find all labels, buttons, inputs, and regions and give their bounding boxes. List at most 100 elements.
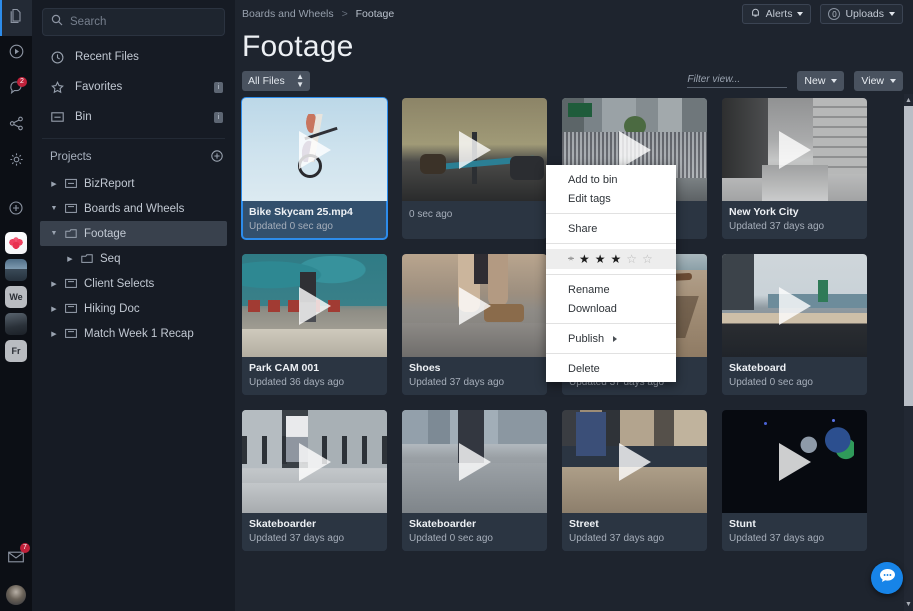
breadcrumb-root[interactable]: Boards and Wheels <box>242 8 334 20</box>
asset-card[interactable]: 0 sec ago <box>402 98 547 239</box>
chat-fab-button[interactable] <box>871 562 903 594</box>
app-tile-dark[interactable] <box>5 313 27 335</box>
context-menu-item-rename[interactable]: Rename <box>546 280 676 299</box>
rating-star-5[interactable]: ☆ <box>642 253 653 265</box>
play-icon[interactable] <box>299 131 331 169</box>
rating-star-3[interactable]: ★ <box>610 253 621 265</box>
context-menu-item-delete[interactable]: Delete <box>546 359 676 378</box>
asset-thumbnail[interactable] <box>562 410 707 513</box>
sidebar-item-recent-files[interactable]: Recent Files <box>32 42 235 72</box>
play-icon[interactable] <box>299 287 331 325</box>
uploads-button[interactable]: 0 Uploads <box>820 4 903 24</box>
tree-item-boards-and-wheels[interactable]: ▼ Boards and Wheels <box>32 196 235 221</box>
avatar[interactable] <box>6 585 26 605</box>
rail-add-app-button[interactable] <box>0 192 32 228</box>
favorites-badge: i <box>214 82 223 93</box>
tree-item-match-week-1-recap[interactable]: ▶ Match Week 1 Recap <box>32 321 235 346</box>
play-icon[interactable] <box>779 131 811 169</box>
context-menu-item-download[interactable]: Download <box>546 299 676 318</box>
asset-subtitle: Updated 37 days ago <box>249 533 380 544</box>
app-tile-photo[interactable] <box>5 259 27 281</box>
context-menu-item-edit-tags[interactable]: Edit tags <box>546 189 676 208</box>
app-tile-fr[interactable]: Fr <box>5 340 27 362</box>
add-project-button[interactable] <box>211 150 223 165</box>
asset-title: New York City <box>729 206 860 218</box>
play-icon[interactable] <box>619 443 651 481</box>
sidebar-item-bin[interactable]: Bin i <box>32 102 235 132</box>
asset-thumbnail[interactable] <box>402 254 547 357</box>
play-icon[interactable] <box>779 443 811 481</box>
asset-thumbnail[interactable] <box>242 410 387 513</box>
asset-card[interactable]: StreetUpdated 37 days ago <box>562 410 707 551</box>
asset-caption: New York CityUpdated 37 days ago <box>722 201 867 239</box>
play-icon[interactable] <box>459 131 491 169</box>
rating-star-2[interactable]: ★ <box>595 253 606 265</box>
rail-settings-icon-button[interactable] <box>0 144 32 180</box>
asset-title: Skateboarder <box>249 518 380 530</box>
rail-share-icon-button[interactable] <box>0 108 32 144</box>
asset-card[interactable]: New York CityUpdated 37 days ago <box>722 98 867 239</box>
asset-thumbnail[interactable] <box>722 410 867 513</box>
asset-thumbnail[interactable] <box>242 98 387 201</box>
rail-mail-icon-button[interactable]: 7 <box>0 541 32 577</box>
chat-bubble-icon <box>879 568 896 588</box>
filter-view-input[interactable] <box>687 74 787 88</box>
rating-star-1[interactable]: ★ <box>579 253 590 265</box>
tree-item-footage[interactable]: ▼ Footage <box>40 221 227 246</box>
search-box[interactable] <box>42 8 225 36</box>
play-icon[interactable] <box>459 287 491 325</box>
plus-circle-icon <box>9 201 23 220</box>
rail-play-icon-button[interactable] <box>0 36 32 72</box>
tree-item-seq[interactable]: ▶ Seq <box>32 246 235 271</box>
scroll-down-icon[interactable]: ▼ <box>905 600 912 609</box>
search-input[interactable] <box>70 16 216 28</box>
view-button[interactable]: View <box>854 71 903 91</box>
asset-card[interactable]: StuntUpdated 37 days ago <box>722 410 867 551</box>
toolbar: All Files ▲▼ New View <box>235 64 913 98</box>
context-menu-item-share[interactable]: Share <box>546 219 676 238</box>
asset-caption: StreetUpdated 37 days ago <box>562 513 707 551</box>
asset-thumbnail[interactable] <box>242 254 387 357</box>
project-icon <box>65 328 77 339</box>
asset-thumbnail[interactable] <box>722 254 867 357</box>
tree-item-client-selects[interactable]: ▶ Client Selects <box>32 271 235 296</box>
asset-thumbnail[interactable] <box>402 98 547 201</box>
sidebar-item-favorites[interactable]: Favorites i <box>32 72 235 102</box>
new-button[interactable]: New <box>797 71 844 91</box>
asset-title: Shoes <box>409 362 540 374</box>
asset-thumbnail[interactable] <box>402 410 547 513</box>
play-icon[interactable] <box>299 443 331 481</box>
app-tile-creative-cloud[interactable] <box>5 232 27 254</box>
context-menu-item-add-to-bin[interactable]: Add to bin <box>546 170 676 189</box>
vertical-scrollbar[interactable]: ▲ ▼ <box>904 94 913 611</box>
rail-files-icon-button[interactable] <box>0 0 32 36</box>
file-filter-select[interactable]: All Files ▲▼ <box>242 71 310 91</box>
clear-rating-icon[interactable]: ⭒ <box>568 253 574 265</box>
context-menu-item-publish[interactable]: Publish <box>546 329 676 348</box>
asset-card[interactable]: Bike Skycam 25.mp4Updated 0 sec ago <box>242 98 387 239</box>
alerts-button[interactable]: Alerts <box>742 4 812 24</box>
asset-thumbnail[interactable] <box>722 98 867 201</box>
rating-star-4[interactable]: ☆ <box>626 253 637 265</box>
chevron-down-icon <box>890 79 896 83</box>
context-menu-divider <box>546 274 676 275</box>
rail-app-tiles: We Fr <box>5 232 27 362</box>
chevron-right-icon: ▶ <box>50 280 58 288</box>
sidebar-item-label: Recent Files <box>75 51 139 63</box>
asset-card[interactable]: Park CAM 001Updated 36 days ago <box>242 254 387 395</box>
play-icon[interactable] <box>619 131 651 169</box>
context-menu-rating[interactable]: ⭒ ★ ★ ★ ☆ ☆ <box>546 249 676 269</box>
star-icon <box>50 81 64 94</box>
tree-item-hiking-doc[interactable]: ▶ Hiking Doc <box>32 296 235 321</box>
scroll-up-icon[interactable]: ▲ <box>905 96 912 105</box>
play-icon[interactable] <box>779 287 811 325</box>
app-tile-we[interactable]: We <box>5 286 27 308</box>
scrollbar-thumb[interactable] <box>904 106 913 406</box>
asset-card[interactable]: SkateboardUpdated 0 sec ago <box>722 254 867 395</box>
asset-card[interactable]: SkateboarderUpdated 0 sec ago <box>402 410 547 551</box>
asset-card[interactable]: ShoesUpdated 37 days ago <box>402 254 547 395</box>
tree-item-bizreport[interactable]: ▶ BizReport <box>32 171 235 196</box>
asset-card[interactable]: Skateboarder Updated 37 days ago <box>242 410 387 551</box>
play-icon[interactable] <box>459 443 491 481</box>
rail-comments-icon-button[interactable]: 2 <box>0 72 32 108</box>
